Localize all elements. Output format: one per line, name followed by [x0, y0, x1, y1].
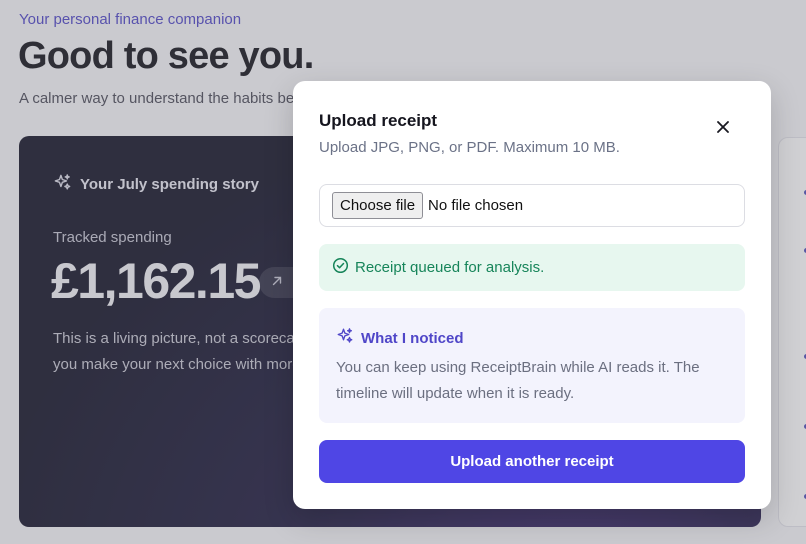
upload-receipt-dialog: Upload receipt Upload JPG, PNG, or PDF. … [293, 81, 771, 509]
insight-header: What I noticed [336, 327, 464, 349]
success-alert: Receipt queued for analysis. [319, 244, 745, 291]
dialog-subtitle: Upload JPG, PNG, or PDF. Maximum 10 MB. [319, 139, 620, 156]
choose-file-button[interactable]: Choose file [332, 192, 424, 219]
upload-another-receipt-button[interactable]: Upload another receipt [319, 440, 745, 483]
close-icon [716, 120, 730, 139]
insight-title: What I noticed [361, 329, 464, 347]
check-circle-icon [332, 257, 349, 278]
file-input[interactable]: Choose file No file chosen [319, 184, 745, 227]
file-status-text: No file chosen [428, 197, 524, 214]
close-button[interactable] [709, 115, 737, 143]
sparkles-icon [336, 327, 354, 349]
insight-body: You can keep using ReceiptBrain while AI… [336, 359, 700, 402]
success-message: Receipt queued for analysis. [355, 259, 545, 276]
insight-panel: What I noticed You can keep using Receip… [319, 308, 745, 423]
dialog-title: Upload receipt [319, 111, 438, 130]
